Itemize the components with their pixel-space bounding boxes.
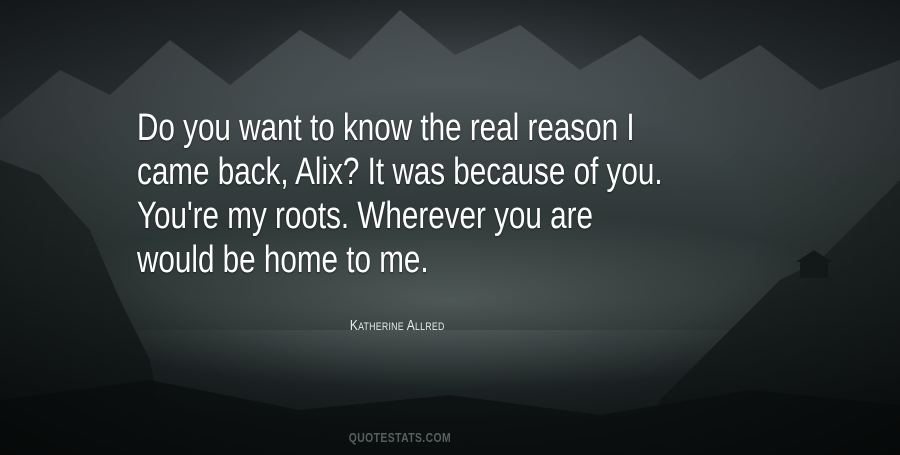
quote-card: Do you want to know the real reason I ca… bbox=[0, 0, 900, 455]
quote-line: would be home to me. bbox=[137, 239, 429, 281]
quote-text: Do you want to know the real reason I ca… bbox=[137, 106, 683, 282]
quote-author: Katherine Allred bbox=[0, 317, 795, 334]
site-watermark: QUOTESTATS.COM bbox=[0, 430, 800, 445]
author-name: Katherine Allred bbox=[350, 317, 445, 334]
quote-line: came back, Alix? It was because of you. bbox=[137, 151, 663, 193]
quote-line: Do you want to know the real reason I bbox=[137, 107, 635, 149]
quote-line: You're my roots. Wherever you are bbox=[137, 195, 593, 237]
watermark-text: QUOTESTATS.COM bbox=[348, 430, 452, 445]
